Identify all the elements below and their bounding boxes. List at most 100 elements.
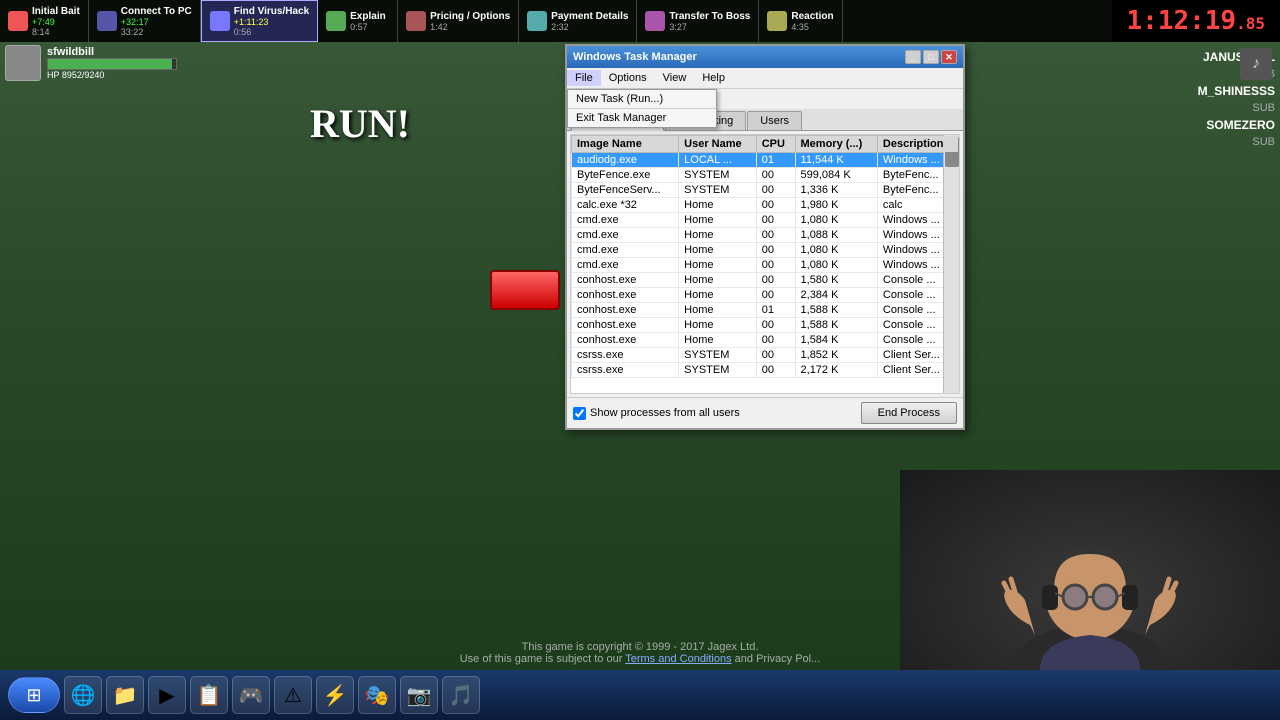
cell-image-name: conhost.exe <box>572 288 679 303</box>
taskbar-game-button[interactable]: 🎮 <box>232 676 270 714</box>
stream-timer: 1:12:19.85 <box>1112 0 1280 42</box>
cell-image-name: conhost.exe <box>572 318 679 333</box>
stream-bar: Initial Bait +7:49 8:14 Connect To PC +3… <box>0 0 1280 42</box>
show-all-processes-checkbox[interactable] <box>573 407 586 420</box>
tab-users[interactable]: Users <box>747 111 802 130</box>
cell-cpu: 00 <box>756 183 795 198</box>
taskbar-explorer-button[interactable]: 📁 <box>106 676 144 714</box>
task-manager-title: Windows Task Manager <box>573 51 697 63</box>
stream-tab-connect-to-pc[interactable]: Connect To PC +32:17 33:22 <box>89 0 201 42</box>
cell-image-name: cmd.exe <box>572 258 679 273</box>
stream-tab-find-virus[interactable]: Find Virus/Hack +1:11:23 0:56 <box>201 0 318 42</box>
table-row[interactable]: conhost.exe Home 01 1,588 K Console ... <box>572 303 959 318</box>
exit-task-manager-item[interactable]: Exit Task Manager <box>568 108 716 127</box>
col-user-name[interactable]: User Name <box>679 136 757 153</box>
cell-memory: 1,980 K <box>795 198 877 213</box>
task-manager-menubar: File Options View Help <box>567 68 963 89</box>
menu-file[interactable]: File <box>567 70 601 86</box>
cell-user-name: SYSTEM <box>679 183 757 198</box>
table-row[interactable]: cmd.exe Home 00 1,088 K Windows ... <box>572 228 959 243</box>
cell-cpu: 00 <box>756 213 795 228</box>
process-table-scrollbar[interactable] <box>943 135 959 393</box>
cell-cpu: 00 <box>756 363 795 378</box>
task-manager-bottom: Show processes from all users End Proces… <box>567 397 963 428</box>
taskbar-music-button[interactable]: 🎵 <box>442 676 480 714</box>
table-row[interactable]: ByteFence.exe SYSTEM 00 599,084 K ByteFe… <box>572 168 959 183</box>
start-button[interactable]: ⊞ <box>8 677 60 713</box>
table-row[interactable]: conhost.exe Home 00 1,584 K Console ... <box>572 333 959 348</box>
cell-cpu: 00 <box>756 348 795 363</box>
cell-memory: 11,544 K <box>795 153 877 168</box>
col-description[interactable]: Description <box>877 136 958 153</box>
cell-cpu: 01 <box>756 153 795 168</box>
taskbar-files-button[interactable]: 📋 <box>190 676 228 714</box>
table-row[interactable]: cmd.exe Home 00 1,080 K Windows ... <box>572 243 959 258</box>
media-icon: ▶ <box>159 683 174 708</box>
cell-cpu: 01 <box>756 303 795 318</box>
stream-tab-transfer[interactable]: Transfer To Boss 3:27 <box>637 0 759 42</box>
table-row[interactable]: ByteFenceServ... SYSTEM 00 1,336 K ByteF… <box>572 183 959 198</box>
taskbar-media-button[interactable]: ▶ <box>148 676 186 714</box>
table-row[interactable]: calc.exe *32 Home 00 1,980 K calc <box>572 198 959 213</box>
hp-bar-container <box>47 58 177 70</box>
menu-view[interactable]: View <box>655 70 695 86</box>
cell-cpu: 00 <box>756 198 795 213</box>
minimize-button[interactable]: _ <box>905 50 921 64</box>
task-manager-window: Windows Task Manager _ □ ✕ File Options … <box>565 44 965 430</box>
cell-memory: 1,852 K <box>795 348 877 363</box>
cell-cpu: 00 <box>756 288 795 303</box>
cell-user-name: LOCAL ... <box>679 153 757 168</box>
cell-image-name: cmd.exe <box>572 228 679 243</box>
table-row[interactable]: conhost.exe Home 00 2,384 K Console ... <box>572 288 959 303</box>
process-table-area[interactable]: Image Name User Name CPU Memory (...) De… <box>570 134 960 394</box>
viewer-2-name: SOMEZERO <box>1065 118 1275 132</box>
col-image-name[interactable]: Image Name <box>572 136 679 153</box>
new-task-menu-item[interactable]: New Task (Run...) <box>568 90 716 108</box>
col-cpu[interactable]: CPU <box>756 136 795 153</box>
table-row[interactable]: conhost.exe Home 00 1,588 K Console ... <box>572 318 959 333</box>
stream-tab-reaction[interactable]: Reaction 4:35 <box>759 0 842 42</box>
table-row[interactable]: cmd.exe Home 00 1,080 K Windows ... <box>572 258 959 273</box>
camera-icon: 📷 <box>407 683 432 708</box>
stream-tab-initial-bait[interactable]: Initial Bait +7:49 8:14 <box>0 0 89 42</box>
stream-tab-pricing[interactable]: Pricing / Options 1:42 <box>398 0 519 42</box>
table-row[interactable]: cmd.exe Home 00 1,080 K Windows ... <box>572 213 959 228</box>
game-icon: 🎮 <box>239 683 264 708</box>
show-all-processes-area: Show processes from all users <box>573 407 740 420</box>
table-row[interactable]: csrss.exe SYSTEM 00 1,852 K Client Ser..… <box>572 348 959 363</box>
terms-link[interactable]: Terms and Conditions <box>625 653 731 665</box>
cell-cpu: 00 <box>756 273 795 288</box>
cell-cpu: 00 <box>756 168 795 183</box>
menu-options[interactable]: Options <box>601 70 655 86</box>
tab-icon-reaction <box>767 11 787 31</box>
cell-image-name: csrss.exe <box>572 363 679 378</box>
cell-cpu: 00 <box>756 258 795 273</box>
hp-bar-fill <box>48 59 172 69</box>
cell-cpu: 00 <box>756 228 795 243</box>
taskbar-camera-button[interactable]: 📷 <box>400 676 438 714</box>
viewer-1-name: M_SHINESSS <box>1065 84 1275 98</box>
cell-user-name: Home <box>679 243 757 258</box>
col-memory[interactable]: Memory (...) <box>795 136 877 153</box>
taskbar-ie-button[interactable]: 🌐 <box>64 676 102 714</box>
notification-icon[interactable]: ♪ <box>1240 48 1272 80</box>
stream-tab-payment[interactable]: Payment Details 2:32 <box>519 0 637 42</box>
end-process-button[interactable]: End Process <box>861 402 957 424</box>
ie-icon: 🌐 <box>71 683 96 708</box>
tab-icon-explain <box>326 11 346 31</box>
cell-user-name: Home <box>679 228 757 243</box>
table-row[interactable]: audiodg.exe LOCAL ... 01 11,544 K Window… <box>572 153 959 168</box>
table-row[interactable]: csrss.exe SYSTEM 00 2,172 K Client Ser..… <box>572 363 959 378</box>
table-row[interactable]: conhost.exe Home 00 1,580 K Console ... <box>572 273 959 288</box>
stream-tab-explain[interactable]: Explain 0:57 <box>318 0 398 42</box>
taskbar-power-button[interactable]: ⚡ <box>316 676 354 714</box>
game-red-button <box>490 270 560 310</box>
window-controls: _ □ ✕ <box>905 50 957 64</box>
close-button[interactable]: ✕ <box>941 50 957 64</box>
menu-help[interactable]: Help <box>694 70 733 86</box>
taskbar-warning-button[interactable]: ⚠ <box>274 676 312 714</box>
cell-user-name: SYSTEM <box>679 363 757 378</box>
maximize-button[interactable]: □ <box>923 50 939 64</box>
taskbar-app1-button[interactable]: 🎭 <box>358 676 396 714</box>
tab-icon-transfer <box>645 11 665 31</box>
